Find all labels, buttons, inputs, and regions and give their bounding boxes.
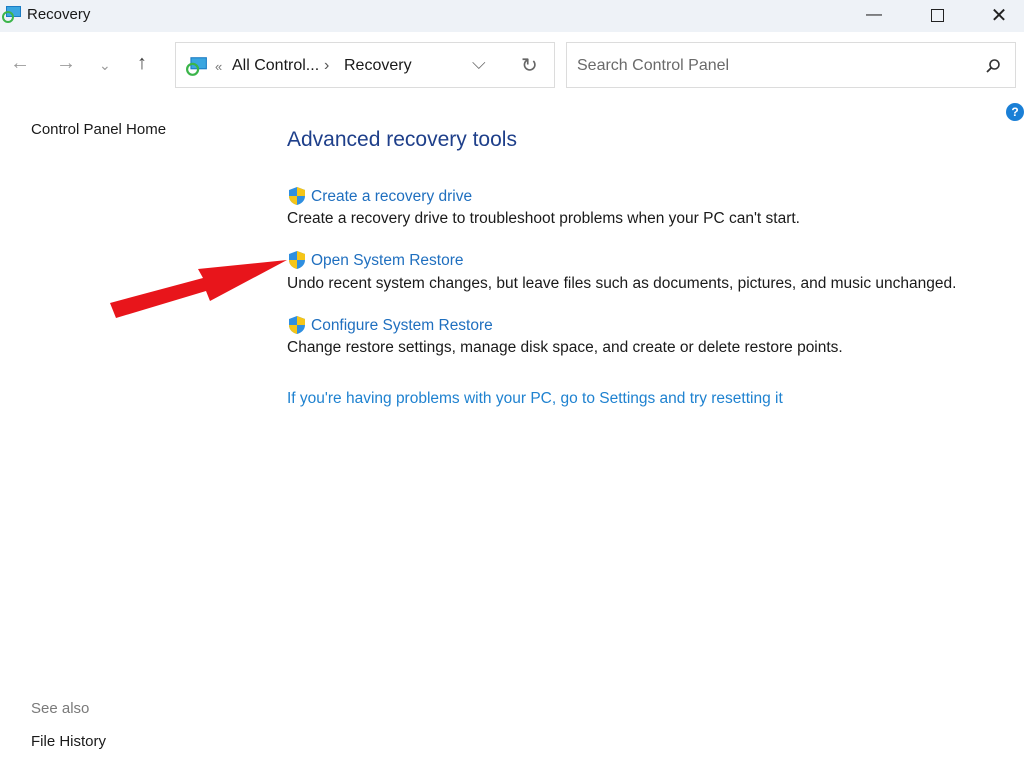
annotation-arrow [110, 260, 287, 318]
open-system-restore-description: Undo recent system changes, but leave fi… [287, 275, 957, 292]
breadcrumb-all-control[interactable]: All Control... [232, 57, 319, 75]
refresh-icon[interactable]: ↻ [521, 53, 538, 78]
chevron-down-icon[interactable]: ⌄ [99, 57, 111, 74]
recovery-icon [186, 57, 207, 76]
overflow-chevron[interactable]: « [215, 59, 222, 74]
configure-system-restore-description: Change restore settings, manage disk spa… [287, 339, 843, 356]
address-dropdown-icon[interactable]: ⌵ [472, 53, 486, 74]
close-button[interactable]: ✕ [968, 0, 1024, 30]
window-title: Recovery [27, 6, 91, 23]
reset-pc-settings-link[interactable]: If you're having problems with your PC, … [287, 390, 783, 408]
uac-shield-icon [289, 251, 305, 269]
address-bar[interactable]: « All Control... › Recovery ⌵ ↻ [175, 42, 555, 88]
configure-system-restore-link[interactable]: Configure System Restore [311, 317, 493, 335]
breadcrumb-separator: › [324, 57, 330, 74]
page-title: Advanced recovery tools [287, 128, 517, 151]
minimize-button[interactable]: — [843, 0, 905, 30]
uac-shield-icon [289, 316, 305, 334]
uac-shield-icon [289, 187, 305, 205]
create-recovery-drive-link[interactable]: Create a recovery drive [311, 188, 472, 206]
breadcrumb-recovery[interactable]: Recovery [344, 57, 412, 75]
sidebar-file-history[interactable]: File History [31, 733, 106, 750]
title-bar: Recovery — ✕ [0, 0, 1024, 32]
sidebar-control-panel-home[interactable]: Control Panel Home [31, 121, 166, 138]
see-also-label: See also [31, 700, 90, 717]
open-system-restore-link[interactable]: Open System Restore [311, 252, 463, 270]
search-box[interactable] [566, 42, 1016, 88]
forward-arrow-icon[interactable]: → [56, 52, 76, 75]
back-arrow-icon[interactable]: ← [10, 52, 30, 75]
search-input[interactable] [575, 53, 969, 79]
search-icon[interactable] [985, 58, 1001, 74]
help-icon[interactable]: ? [1006, 103, 1024, 121]
recovery-icon [2, 6, 21, 23]
up-arrow-icon[interactable]: ↑ [137, 52, 147, 75]
maximize-button[interactable] [906, 0, 968, 30]
create-recovery-drive-description: Create a recovery drive to troubleshoot … [287, 210, 800, 227]
